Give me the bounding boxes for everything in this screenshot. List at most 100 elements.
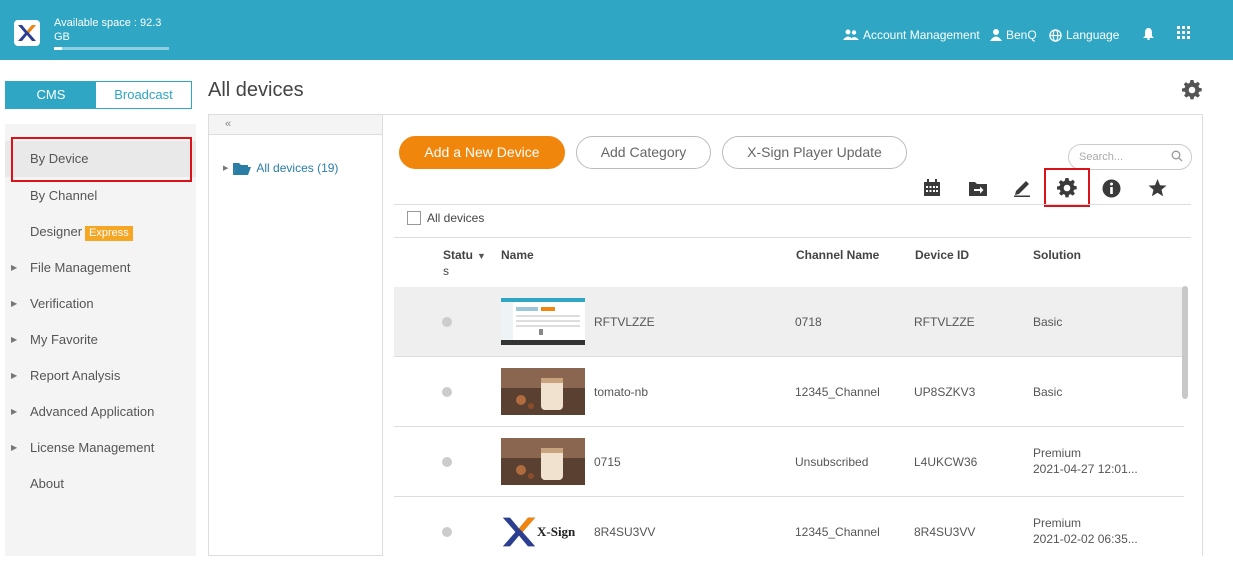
device-thumbnail xyxy=(501,438,585,485)
channel-name: 12345_Channel xyxy=(795,385,880,399)
sidebar-item-label: About xyxy=(30,476,64,491)
device-id: 8R4SU3VV xyxy=(914,525,976,539)
channel-name: 12345_Channel xyxy=(795,525,880,539)
search-icon[interactable] xyxy=(1171,150,1183,162)
divider xyxy=(394,204,1191,205)
sidebar: By Device By Channel Designer Express ▶ Fi… xyxy=(5,124,196,556)
device-thumbnail xyxy=(501,298,585,345)
caret-right-icon: ▶ xyxy=(11,263,18,272)
mode-tabs: CMS Broadcast xyxy=(5,81,192,109)
vertical-scrollbar[interactable] xyxy=(1182,286,1188,399)
star-icon[interactable] xyxy=(1146,177,1168,199)
divider xyxy=(394,237,1191,238)
device-name[interactable]: RFTVLZZE xyxy=(594,315,655,329)
info-icon[interactable] xyxy=(1100,177,1122,199)
player-update-button[interactable]: X-Sign Player Update xyxy=(722,136,907,169)
status-dot xyxy=(442,387,452,397)
channel-name: Unsubscribed xyxy=(795,455,869,469)
device-thumbnail xyxy=(501,368,585,415)
solution: Premium xyxy=(1033,516,1082,530)
settings-highlight-box xyxy=(1044,168,1090,207)
solution-date: 2021-04-27 12:01... xyxy=(1033,462,1138,476)
users-icon xyxy=(843,29,859,40)
sort-down-icon[interactable]: ▼ xyxy=(477,251,486,261)
add-category-button[interactable]: Add Category xyxy=(576,136,711,169)
user-name: BenQ xyxy=(1006,28,1037,42)
tab-cms[interactable]: CMS xyxy=(6,82,96,108)
select-all-checkbox[interactable] xyxy=(407,211,421,225)
available-space-text: Available space : 92.3 GB xyxy=(54,17,162,43)
language-label: Language xyxy=(1066,28,1120,42)
caret-right-icon: ▶ xyxy=(11,299,18,308)
sidebar-item-label: Advanced Application xyxy=(30,404,155,419)
folder-open-icon xyxy=(233,162,252,175)
device-thumbnail: X-Sign xyxy=(501,508,585,555)
tree-node-all-devices[interactable]: ▶ All devices (19) xyxy=(223,161,338,175)
edit-icon[interactable] xyxy=(1011,177,1033,199)
column-header-name[interactable]: Name xyxy=(501,248,534,262)
sidebar-item-by-channel[interactable]: By Channel xyxy=(5,178,196,214)
bell-icon[interactable] xyxy=(1143,28,1154,40)
device-name[interactable]: tomato-nb xyxy=(594,385,648,399)
sidebar-item-label: Verification xyxy=(30,296,94,311)
space-usage-bar xyxy=(54,47,169,50)
status-dot xyxy=(442,457,452,467)
device-name[interactable]: 0715 xyxy=(594,455,621,469)
status-dot xyxy=(442,527,452,537)
top-bar: Available space : 92.3 GB Account Manage… xyxy=(0,0,1233,60)
caret-right-icon: ▶ xyxy=(11,335,18,344)
page-settings-gear-icon[interactable] xyxy=(1182,80,1202,103)
move-folder-icon[interactable] xyxy=(967,177,989,199)
table-row[interactable]: tomato-nb 12345_Channel UP8SZKV3 Basic xyxy=(394,357,1184,427)
sidebar-item-file-management[interactable]: ▶ File Management xyxy=(5,250,196,286)
select-all-label: All devices xyxy=(427,211,485,225)
collapse-panel-button[interactable]: « xyxy=(209,115,382,135)
device-id: RFTVLZZE xyxy=(914,315,975,329)
column-header-device-id[interactable]: Device ID xyxy=(915,248,969,262)
thumbnail-brand-text: X-Sign xyxy=(537,523,576,539)
caret-right-icon: ▶ xyxy=(11,443,18,452)
apps-grid-icon[interactable] xyxy=(1177,26,1190,39)
caret-right-icon: ▶ xyxy=(11,371,18,380)
sidebar-item-about[interactable]: About xyxy=(5,466,196,502)
caret-right-icon: ▶ xyxy=(223,165,229,172)
caret-right-icon: ▶ xyxy=(11,407,18,416)
tree-node-label: All devices (19) xyxy=(256,161,339,175)
search-input[interactable] xyxy=(1079,149,1164,165)
xsign-logo-icon[interactable] xyxy=(14,20,40,46)
sidebar-item-label: Report Analysis xyxy=(30,368,121,383)
language-menu[interactable]: Language xyxy=(1049,28,1119,42)
sidebar-item-report-analysis[interactable]: ▶ Report Analysis xyxy=(5,358,196,394)
status-dot xyxy=(442,317,452,327)
sidebar-item-label: My Favorite xyxy=(30,332,98,347)
sidebar-item-designer[interactable]: Designer Express xyxy=(5,214,196,250)
column-header-channel[interactable]: Channel Name xyxy=(796,248,879,262)
tab-broadcast[interactable]: Broadcast xyxy=(96,82,191,108)
user-menu[interactable]: BenQ xyxy=(990,28,1037,42)
column-header-status[interactable]: Statu ▼ s xyxy=(443,248,498,279)
sidebar-item-verification[interactable]: ▶ Verification xyxy=(5,286,196,322)
add-device-button[interactable]: Add a New Device xyxy=(399,136,565,169)
user-icon xyxy=(990,29,1002,41)
xsign-logo-icon xyxy=(502,517,536,546)
table-row[interactable]: RFTVLZZE 0718 RFTVLZZE Basic xyxy=(394,287,1184,357)
sidebar-item-advanced-application[interactable]: ▶ Advanced Application xyxy=(5,394,196,430)
sidebar-item-my-favorite[interactable]: ▶ My Favorite xyxy=(5,322,196,358)
category-tree-panel: « ▶ All devices (19) xyxy=(208,114,382,556)
calendar-icon[interactable] xyxy=(921,177,943,199)
sidebar-item-label: License Management xyxy=(30,440,155,455)
device-list-panel: Add a New Device Add Category X-Sign Pla… xyxy=(382,114,1203,556)
device-name[interactable]: 8R4SU3VV xyxy=(594,525,655,539)
account-management-link[interactable]: Account Management xyxy=(843,28,980,42)
globe-icon xyxy=(1049,28,1062,42)
sidebar-item-license-management[interactable]: ▶ License Management xyxy=(5,430,196,466)
table-row[interactable]: X-Sign 8R4SU3VV 12345_Channel 8R4SU3VV P… xyxy=(394,497,1184,567)
channel-name: 0718 xyxy=(795,315,822,329)
device-id: L4UKCW36 xyxy=(914,455,978,469)
table-row[interactable]: 0715 Unsubscribed L4UKCW36 Premium 2021-… xyxy=(394,427,1184,497)
space-usage-fill xyxy=(54,47,63,50)
column-header-solution[interactable]: Solution xyxy=(1033,248,1081,262)
account-management-label: Account Management xyxy=(863,28,980,42)
select-all-row: All devices xyxy=(407,211,484,225)
page-title: All devices xyxy=(208,79,304,101)
